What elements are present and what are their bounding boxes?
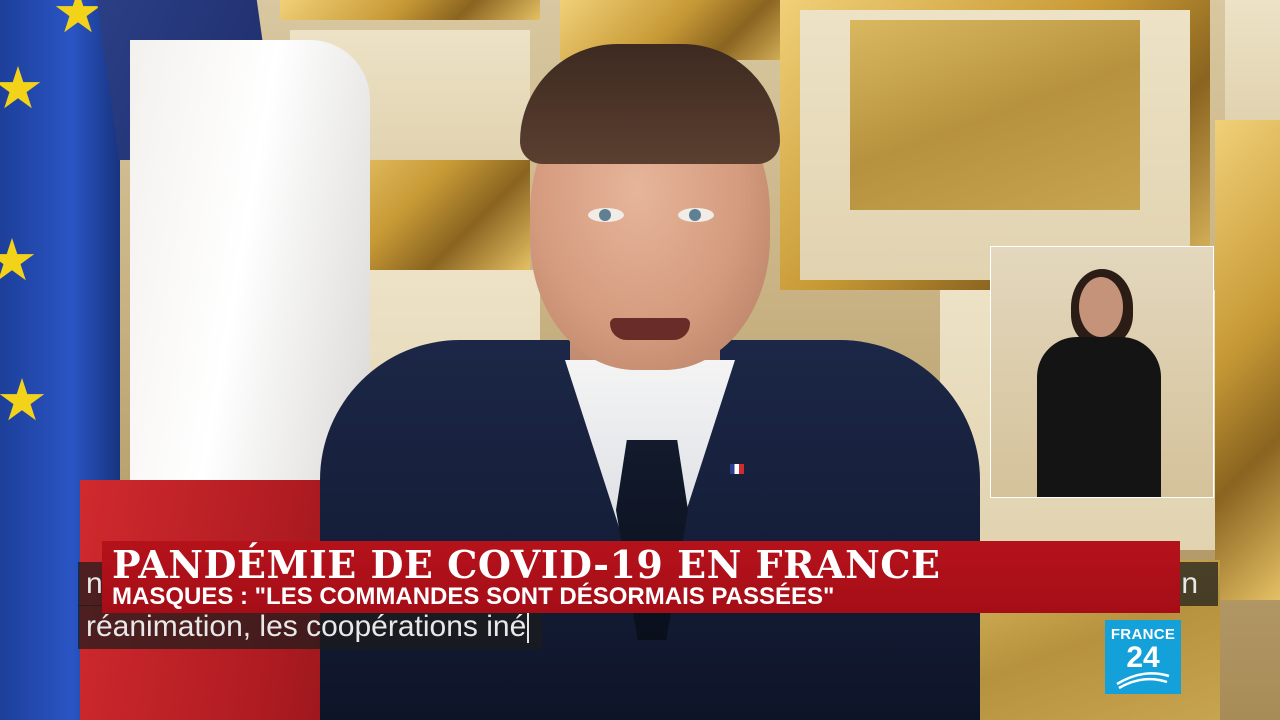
caption-line-1-text: n xyxy=(86,567,103,600)
logo-waves-icon xyxy=(1116,672,1170,690)
star-icon: ★ xyxy=(0,368,48,433)
star-icon: ★ xyxy=(0,56,44,121)
lapel-pin-icon xyxy=(730,464,744,474)
caption-line-2-text: réanimation, les coopérations iné xyxy=(86,610,527,643)
banner-subheadline: MASQUES : "LES COMMANDES SONT DÉSORMAIS … xyxy=(112,583,835,610)
banner-headline: PANDÉMIE DE COVID-19 EN FRANCE xyxy=(112,542,941,587)
video-frame: ★ ★ ★ ★ n n réanimation, les coopération… xyxy=(0,0,1280,720)
interpreter-head xyxy=(1079,277,1123,337)
gilded-molding xyxy=(1215,120,1280,600)
caption-cursor xyxy=(527,610,538,643)
channel-logo: FRANCE 24 xyxy=(1105,620,1181,694)
star-icon: ★ xyxy=(0,228,38,293)
sign-language-inset xyxy=(990,246,1214,498)
left-eye xyxy=(588,208,624,222)
news-banner: PANDÉMIE DE COVID-19 EN FRANCE MASQUES :… xyxy=(102,541,1180,613)
wall-panel xyxy=(1225,0,1280,120)
hair xyxy=(520,44,780,164)
mouth xyxy=(610,318,690,340)
right-eye xyxy=(678,208,714,222)
caption-line-1-end: n xyxy=(1181,567,1198,600)
interpreter-body xyxy=(1037,337,1161,497)
